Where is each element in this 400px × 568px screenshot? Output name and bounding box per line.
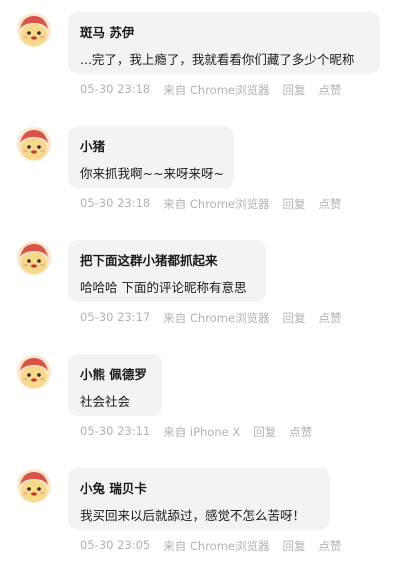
like-button[interactable]: 点赞: [318, 196, 341, 212]
comment-source: 来自 Chrome浏览器: [163, 539, 270, 553]
comment-text: 我买回来以后就舔过，感觉不怎么苦呀！: [80, 508, 306, 523]
comment-bubble: 小兔 瑞贝卡 我买回来以后就舔过，感觉不怎么苦呀！: [68, 468, 330, 530]
reply-button[interactable]: 回复: [282, 538, 305, 554]
comment-meta: 05-30 23:18 来自 Chrome浏览器 回复 点赞: [80, 82, 341, 98]
comment-source: 来自 iPhone X: [163, 425, 241, 439]
comment-list: 斑马 苏伊 ...完了，我上瘾了，我就看看你们藏了多少个昵称 05-30 23:…: [0, 0, 400, 568]
comment-author[interactable]: 斑马 苏伊: [80, 22, 134, 41]
comment-author[interactable]: 小熊 佩德罗: [80, 364, 147, 383]
comment-bubble: 把下面这群小猪都抓起来 哈哈哈 下面的评论昵称有意思: [68, 240, 266, 302]
like-button[interactable]: 点赞: [318, 82, 341, 98]
comment-source: 来自 Chrome浏览器: [163, 83, 270, 97]
comment-source: 来自 Chrome浏览器: [163, 311, 270, 325]
comment-meta: 05-30 23:17 来自 Chrome浏览器 回复 点赞: [80, 310, 341, 326]
like-button[interactable]: 点赞: [289, 424, 312, 440]
reply-button[interactable]: 回复: [282, 310, 305, 326]
comment-text: 社会社会: [80, 394, 131, 409]
comment-meta: 05-30 23:18 来自 Chrome浏览器 回复 点赞: [80, 196, 341, 212]
comment-time: 05-30 23:18: [80, 196, 151, 210]
reply-button[interactable]: 回复: [253, 424, 276, 440]
like-button[interactable]: 点赞: [318, 538, 341, 554]
comment-source: 来自 Chrome浏览器: [163, 197, 270, 211]
comment-text: 你来抓我啊~~来呀来呀~: [80, 166, 224, 181]
avatar[interactable]: [17, 13, 51, 47]
reply-button[interactable]: 回复: [282, 82, 305, 98]
comment-bubble: 斑马 苏伊 ...完了，我上瘾了，我就看看你们藏了多少个昵称: [68, 12, 380, 74]
comment-bubble: 小熊 佩德罗 社会社会: [68, 354, 162, 416]
cartoon-avatar-icon: [17, 355, 51, 389]
comment-time: 05-30 23:05: [80, 538, 151, 552]
comment-time: 05-30 23:17: [80, 310, 151, 324]
comment-author[interactable]: 把下面这群小猪都抓起来: [80, 250, 218, 269]
cartoon-avatar-icon: [17, 127, 51, 161]
cartoon-avatar-icon: [17, 241, 51, 275]
avatar[interactable]: [17, 241, 51, 275]
avatar[interactable]: [17, 355, 51, 389]
avatar[interactable]: [17, 469, 51, 503]
comment-time: 05-30 23:11: [80, 424, 151, 438]
cartoon-avatar-icon: [17, 13, 51, 47]
avatar[interactable]: [17, 127, 51, 161]
comment-time: 05-30 23:18: [80, 82, 151, 96]
comment-meta: 05-30 23:05 来自 Chrome浏览器 回复 点赞: [80, 538, 341, 554]
comment-meta: 05-30 23:11 来自 iPhone X 回复 点赞: [80, 424, 312, 440]
comment-author[interactable]: 小兔 瑞贝卡: [80, 478, 147, 497]
like-button[interactable]: 点赞: [318, 310, 341, 326]
comment-text: ...完了，我上瘾了，我就看看你们藏了多少个昵称: [80, 52, 355, 67]
comment-author[interactable]: 小猪: [80, 136, 105, 155]
cartoon-avatar-icon: [17, 469, 51, 503]
reply-button[interactable]: 回复: [282, 196, 305, 212]
comment-bubble: 小猪 你来抓我啊~~来呀来呀~: [68, 126, 234, 188]
comment-text: 哈哈哈 下面的评论昵称有意思: [80, 280, 247, 295]
